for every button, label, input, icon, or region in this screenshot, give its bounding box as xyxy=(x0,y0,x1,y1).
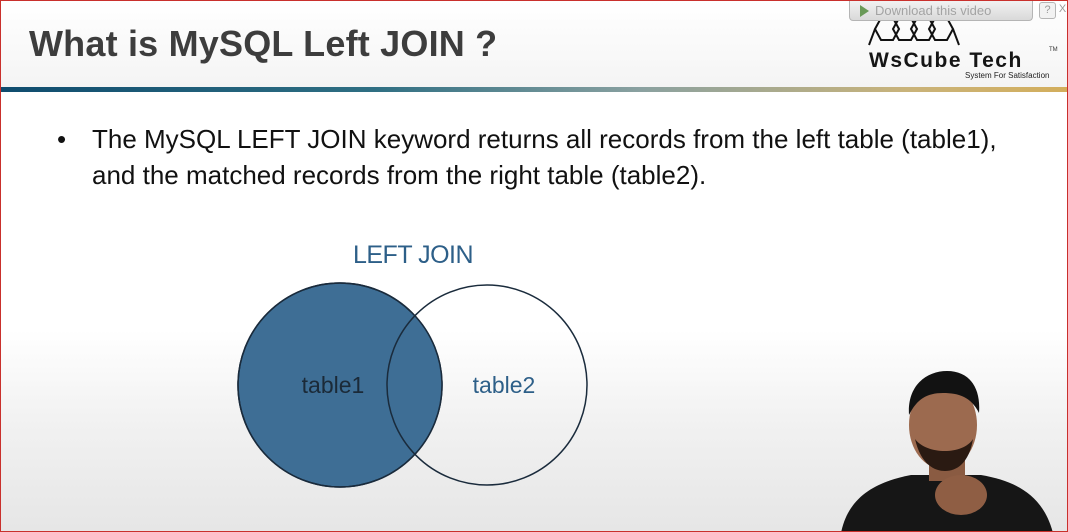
presenter-hand xyxy=(935,475,987,515)
download-video-button[interactable]: Download this video xyxy=(849,1,1033,21)
bullet-marker: • xyxy=(57,124,67,154)
logo-tagline: System For Satisfaction xyxy=(965,71,1050,80)
logo-trademark: TM xyxy=(1049,47,1058,53)
left-join-venn-diagram: LEFT JOIN table1 table2 xyxy=(237,241,588,488)
presenter-webcam xyxy=(841,371,1053,531)
header-divider xyxy=(1,87,1067,92)
play-icon xyxy=(860,4,869,17)
right-table-label: table2 xyxy=(473,372,536,398)
download-label: Download this video xyxy=(875,3,992,18)
help-button[interactable]: ? xyxy=(1039,2,1056,19)
left-table-label: table1 xyxy=(302,372,365,398)
wscube-logo: WsCube Tech TM System For Satisfaction xyxy=(863,15,1059,81)
bullet-text: The MySQL LEFT JOIN keyword returns all … xyxy=(92,124,997,190)
slide-title: What is MySQL Left JOIN ? xyxy=(29,23,498,64)
diagram-heading: LEFT JOIN xyxy=(353,241,473,269)
logo-wordmark: WsCube Tech xyxy=(869,49,1023,72)
bullet-item: • The MySQL LEFT JOIN keyword returns al… xyxy=(57,121,1037,193)
video-frame: What is MySQL Left JOIN ? WsCube Tech TM… xyxy=(0,0,1068,532)
close-button[interactable]: X xyxy=(1055,2,1067,17)
